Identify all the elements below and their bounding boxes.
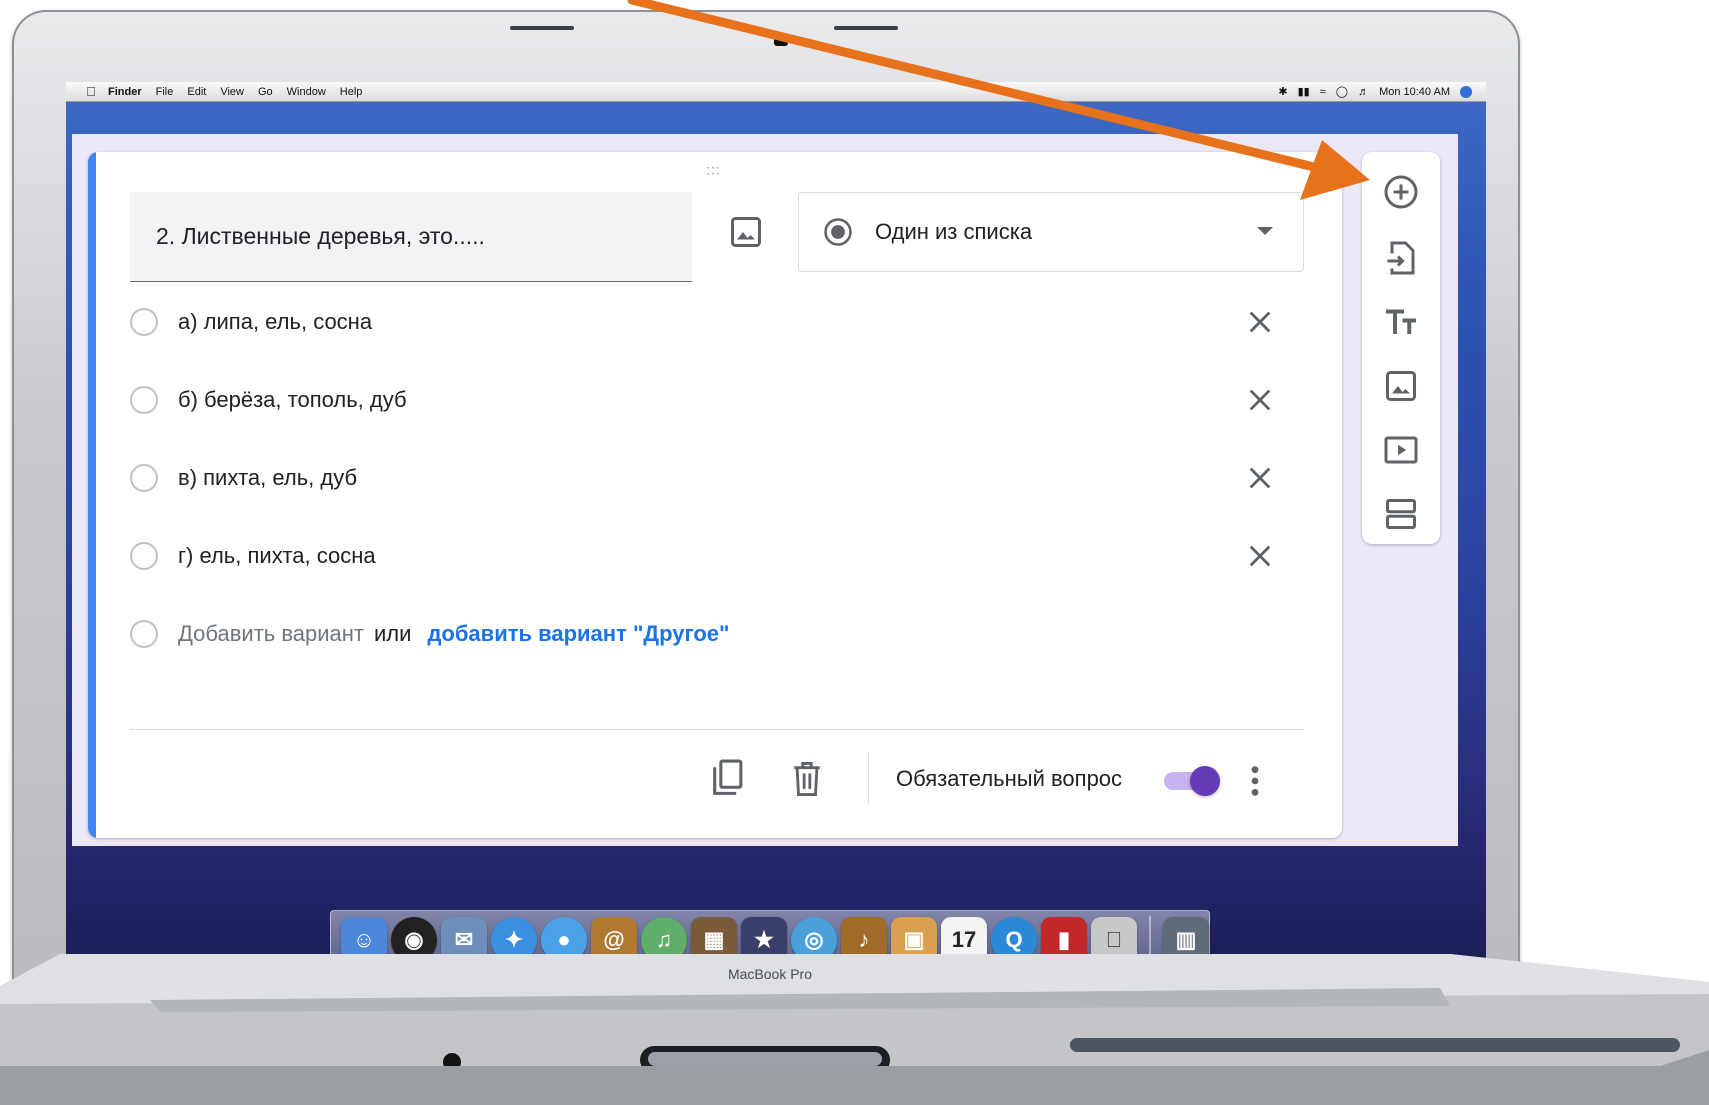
required-label: Обязательный вопрос bbox=[896, 766, 1123, 791]
volume-icon[interactable]: ♬ bbox=[1358, 86, 1369, 98]
question-type-dropdown[interactable]: Один из списка bbox=[798, 192, 1304, 272]
footer-separator bbox=[868, 752, 869, 804]
radio-circle bbox=[130, 308, 158, 336]
option-row[interactable]: б) берёза, тополь, дуб bbox=[130, 380, 1300, 420]
bezel-mark bbox=[510, 26, 574, 30]
import-question-icon[interactable] bbox=[1383, 240, 1419, 276]
option-text[interactable]: б) берёза, тополь, дуб bbox=[178, 387, 407, 413]
add-image-icon[interactable] bbox=[1383, 368, 1419, 404]
bezel-mark bbox=[834, 26, 898, 30]
menubar-clock[interactable]: Mon 10:40 AM bbox=[1379, 86, 1450, 98]
radio-circle bbox=[130, 620, 158, 648]
question-type-label: Один из списка bbox=[875, 219, 1033, 244]
or-text: или bbox=[374, 621, 412, 646]
radio-circle bbox=[130, 542, 158, 570]
add-option-row: Добавить вариант или добавить вариант "Д… bbox=[130, 614, 1300, 654]
device-brand: MacBook Pro bbox=[727, 966, 813, 982]
spotlight-icon[interactable] bbox=[1460, 85, 1472, 98]
floating-toolbar bbox=[1362, 152, 1440, 544]
question-card[interactable]: ⋯ ⋯ 2. Лиственные деревья, это..... Один … bbox=[88, 152, 1342, 838]
option-row[interactable]: г) ель, пихта, сосна bbox=[130, 536, 1300, 576]
menu-finder[interactable]: Finder bbox=[108, 86, 142, 98]
menu-view[interactable]: View bbox=[220, 86, 244, 98]
add-image-icon[interactable] bbox=[728, 214, 764, 250]
duplicate-icon[interactable] bbox=[708, 758, 746, 798]
add-title-icon[interactable] bbox=[1383, 304, 1419, 340]
menu-edit[interactable]: Edit bbox=[187, 86, 206, 98]
close-icon[interactable] bbox=[1246, 464, 1274, 492]
option-text[interactable]: г) ель, пихта, сосна bbox=[178, 543, 376, 569]
more-vert-icon[interactable] bbox=[1250, 764, 1260, 798]
radio-circle bbox=[130, 386, 158, 414]
radio-type-icon bbox=[824, 218, 852, 246]
close-icon[interactable] bbox=[1246, 542, 1274, 570]
add-section-icon[interactable] bbox=[1383, 496, 1419, 532]
option-text[interactable]: а) липа, ель, сосна bbox=[178, 309, 372, 335]
battery-icon[interactable]: ▮▮ bbox=[1298, 85, 1310, 98]
close-icon[interactable] bbox=[1246, 308, 1274, 336]
wifi-icon[interactable]: ≈ bbox=[1320, 86, 1326, 98]
apple-menu-icon[interactable]:  bbox=[84, 84, 98, 99]
add-other-link[interactable]: добавить вариант "Другое" bbox=[427, 621, 729, 647]
laptop-base bbox=[0, 954, 1709, 1105]
option-row[interactable]: а) липа, ель, сосна bbox=[130, 302, 1300, 342]
sync-icon[interactable]: ◯ bbox=[1336, 85, 1348, 98]
drag-handle-icon[interactable]: ⋯ ⋯ bbox=[706, 160, 722, 180]
close-icon[interactable] bbox=[1246, 386, 1274, 414]
question-footer: Обязательный вопрос bbox=[88, 730, 1342, 838]
chevron-down-icon bbox=[1257, 227, 1273, 235]
add-video-icon[interactable] bbox=[1383, 432, 1419, 468]
option-text[interactable]: в) пихта, ель, дуб bbox=[178, 465, 357, 491]
delete-icon[interactable] bbox=[790, 760, 824, 798]
radio-circle bbox=[130, 464, 158, 492]
bluetooth-icon[interactable]: ✱ bbox=[1278, 85, 1287, 98]
mac-menubar:  Finder File Edit View Go Window Help ✱… bbox=[66, 82, 1486, 102]
add-option-button[interactable]: Добавить вариант bbox=[178, 621, 364, 647]
menu-help[interactable]: Help bbox=[340, 86, 363, 98]
question-title-input[interactable]: 2. Лиственные деревья, это..... bbox=[130, 192, 692, 282]
forms-editor: ⋯ ⋯ 2. Лиственные деревья, это..... Один … bbox=[72, 134, 1458, 846]
menu-go[interactable]: Go bbox=[258, 86, 273, 98]
add-question-icon[interactable] bbox=[1383, 174, 1419, 210]
menu-window[interactable]: Window bbox=[287, 86, 326, 98]
required-toggle[interactable] bbox=[1164, 766, 1220, 796]
toggle-thumb bbox=[1190, 766, 1220, 796]
menu-file[interactable]: File bbox=[156, 86, 174, 98]
camera bbox=[774, 36, 788, 46]
menubar-status: ✱ ▮▮ ≈ ◯ ♬ Mon 10:40 AM bbox=[1278, 82, 1472, 101]
option-row[interactable]: в) пихта, ель, дуб bbox=[130, 458, 1300, 498]
